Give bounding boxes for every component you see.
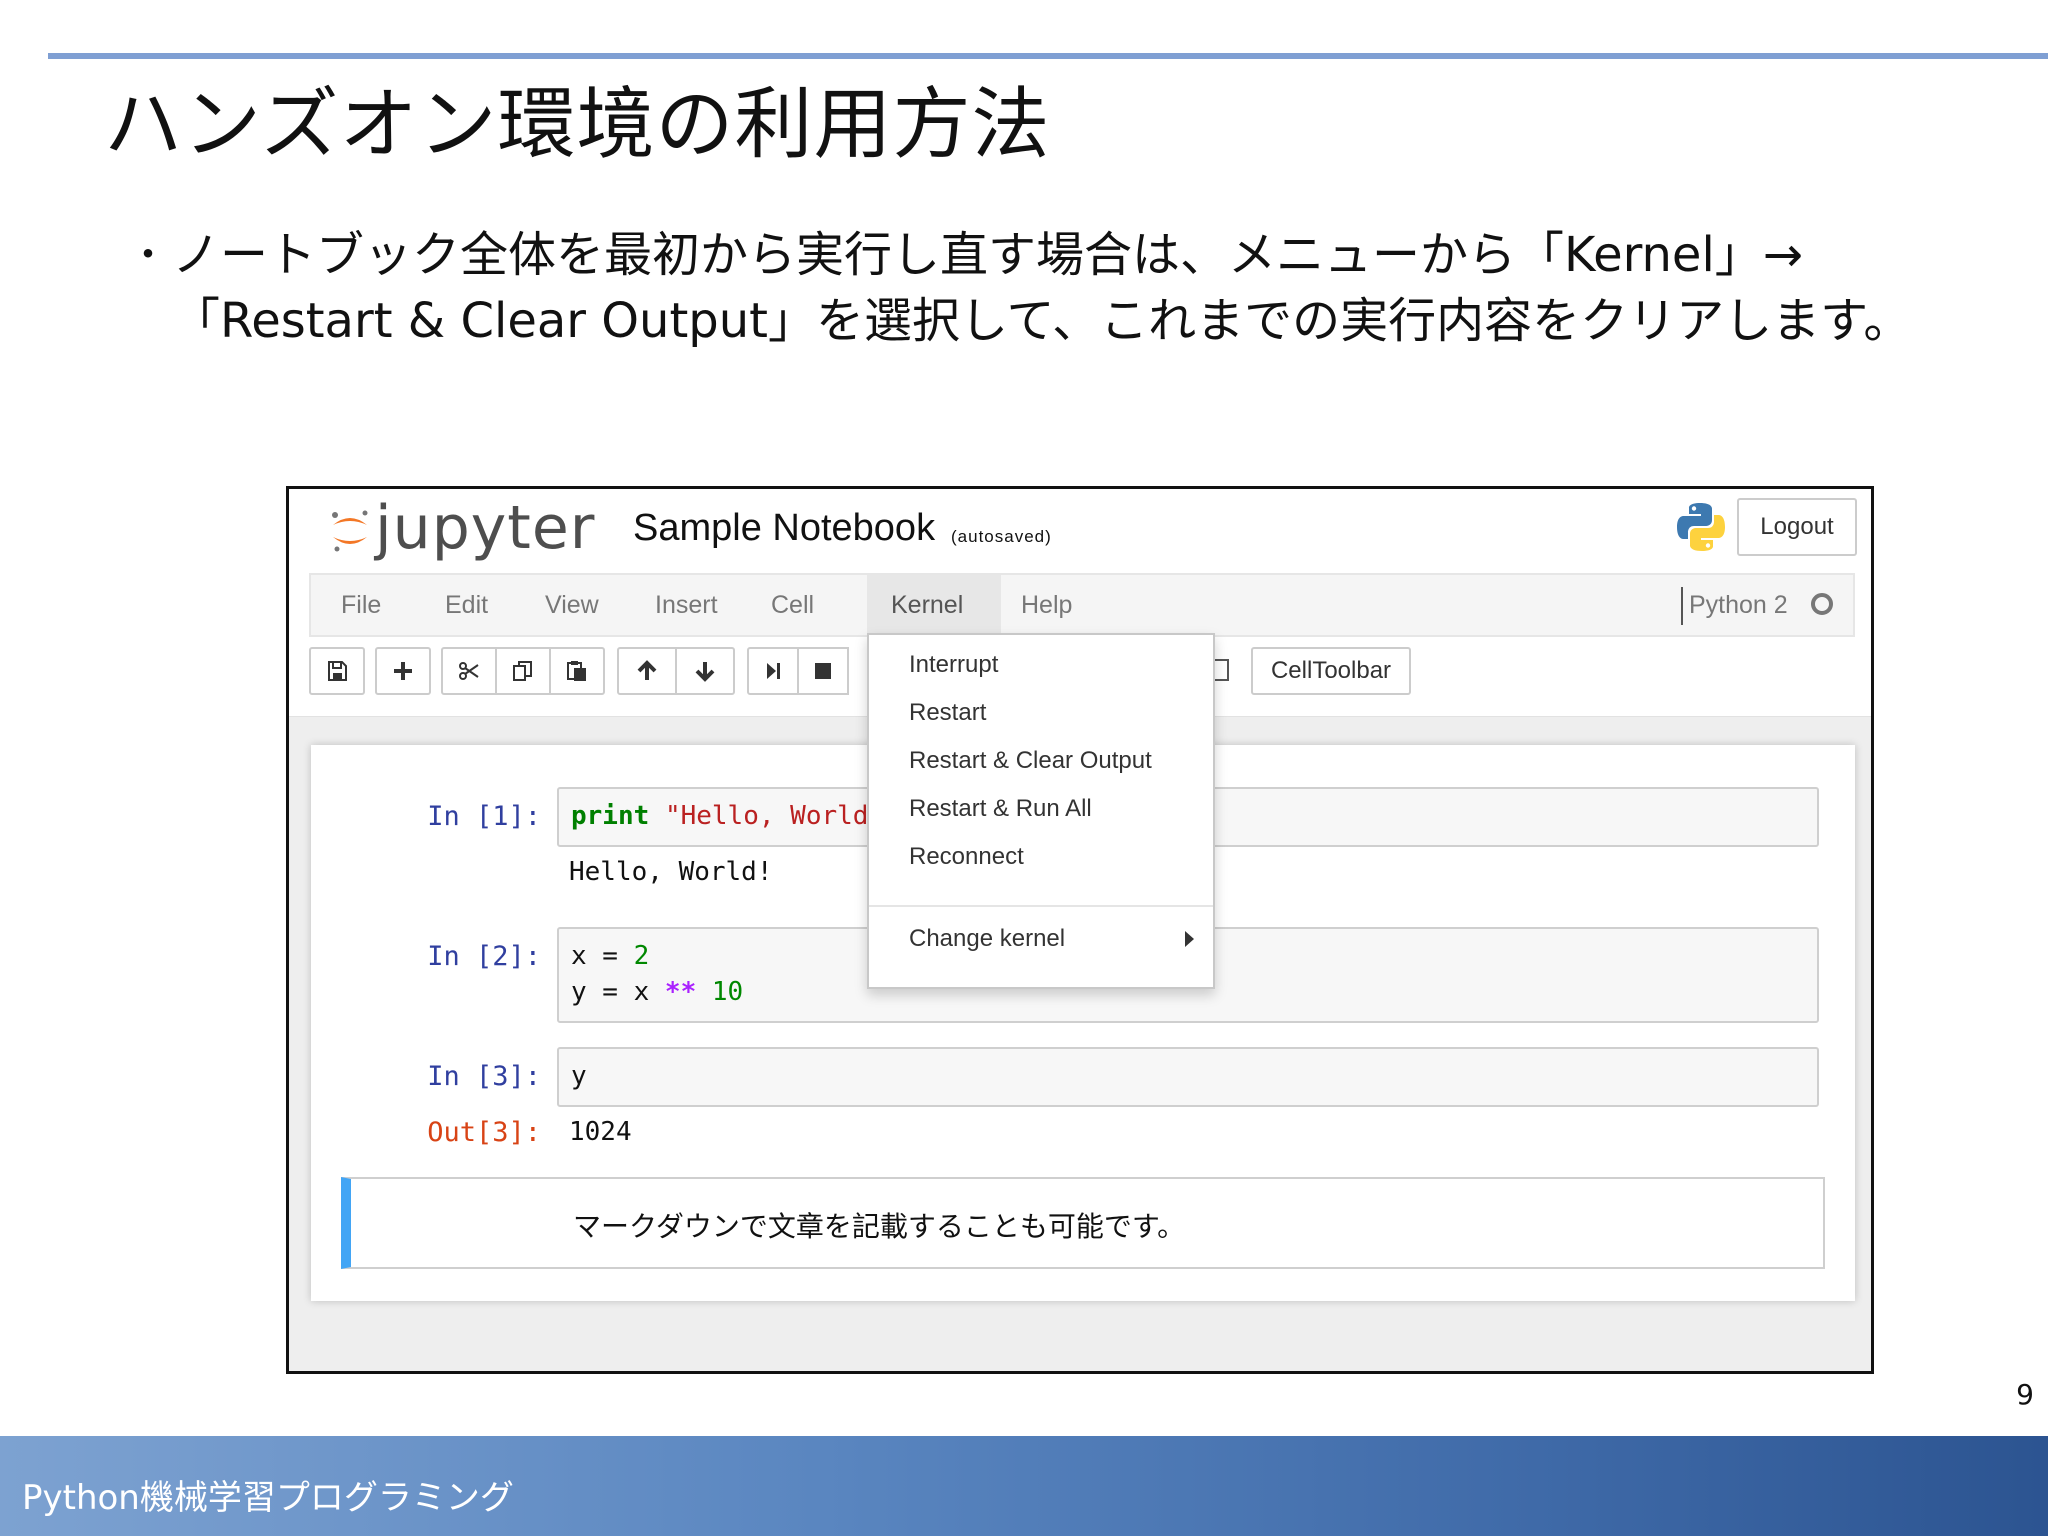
kernel-dropdown-menu: Interrupt Restart Restart & Clear Output…: [867, 633, 1215, 989]
menu-cell[interactable]: Cell: [771, 575, 814, 635]
menu-item-restart-run-all[interactable]: Restart & Run All: [909, 795, 1092, 823]
menu-item-restart-clear-output[interactable]: Restart & Clear Output: [909, 747, 1152, 775]
markdown-text: マークダウンで文章を記載することも可能です。: [573, 1210, 1186, 1243]
print-keyword: print: [571, 801, 650, 831]
page-number: 9: [2016, 1378, 2034, 1411]
cell-2-line-1: x = 2: [571, 941, 650, 971]
cell-2-prompt: In [2]:: [427, 941, 541, 972]
save-button[interactable]: [309, 647, 365, 695]
menu-file[interactable]: File: [341, 575, 381, 635]
menu-view[interactable]: View: [545, 575, 599, 635]
menu-insert[interactable]: Insert: [655, 575, 718, 635]
menu-edit[interactable]: Edit: [445, 575, 488, 635]
arrow-up-icon: [637, 660, 657, 680]
stop-icon: [815, 663, 831, 679]
menu-item-interrupt[interactable]: Interrupt: [909, 651, 998, 679]
menu-item-restart[interactable]: Restart: [909, 699, 986, 727]
menu-item-change-kernel[interactable]: Change kernel: [909, 925, 1065, 953]
jupyter-logo-icon: [332, 510, 368, 552]
celltoolbar-button[interactable]: CellToolbar: [1251, 647, 1411, 695]
notebook-title[interactable]: Sample Notebook: [633, 507, 935, 550]
jupyter-screenshot: jupyter Sample Notebook (autosaved) Logo…: [286, 486, 1874, 1374]
step-forward-icon: [767, 663, 780, 679]
move-up-button[interactable]: [617, 647, 677, 695]
menu-bar: File Edit View Insert Cell Kernel Help P…: [309, 573, 1855, 637]
bullet-mark: ・: [128, 232, 168, 278]
cell-1-output: Hello, World!: [569, 857, 773, 887]
arrow-down-icon: [695, 662, 715, 682]
cell-3-out-prompt: Out[3]:: [427, 1117, 541, 1148]
save-icon: [328, 661, 347, 681]
run-cell-button[interactable]: [747, 647, 799, 695]
string-literal: "Hello, World!": [664, 801, 900, 831]
footer-text: Python機械学習プログラミング: [22, 1478, 514, 1518]
menu-item-reconnect[interactable]: Reconnect: [909, 843, 1024, 871]
move-down-button[interactable]: [675, 647, 735, 695]
bullet-text: ノートブック全体を最初から実行し直す場合は、メニューから「Kernel」→「Re…: [172, 227, 1912, 349]
cell-3-prompt: In [3]:: [427, 1061, 541, 1092]
interrupt-button[interactable]: [797, 647, 849, 695]
paste-button[interactable]: [549, 647, 605, 695]
add-cell-button[interactable]: [375, 647, 431, 695]
jupyter-logo-text: jupyter: [375, 493, 596, 563]
cell-3-code: y: [571, 1061, 587, 1091]
menu-kernel[interactable]: Kernel: [867, 575, 1001, 635]
markdown-cell[interactable]: マークダウンで文章を記載することも可能です。: [341, 1177, 1825, 1269]
jupyter-header: jupyter Sample Notebook (autosaved) Logo…: [289, 489, 1871, 573]
cell-1-prompt: In [1]:: [427, 801, 541, 832]
cell-3-input[interactable]: y: [557, 1047, 1819, 1107]
menu-help[interactable]: Help: [1021, 575, 1072, 635]
scissors-icon: [459, 662, 479, 680]
kernel-status-icon: [1811, 593, 1833, 615]
autosave-status: (autosaved): [951, 527, 1052, 546]
logout-button[interactable]: Logout: [1737, 498, 1857, 556]
menu-divider: [869, 905, 1213, 907]
title-rule: [48, 53, 2048, 59]
kernel-name: Python 2: [1689, 591, 1788, 619]
copy-icon: [513, 661, 532, 681]
cell-3-output: 1024: [569, 1117, 632, 1147]
footer-bar: Python機械学習プログラミング: [0, 1436, 2048, 1536]
plus-icon: [394, 662, 412, 680]
copy-button[interactable]: [495, 647, 551, 695]
caret-right-icon: [1185, 931, 1194, 947]
slide-title: ハンズオン環境の利用方法: [104, 80, 1051, 170]
python-logo-icon: [1677, 503, 1725, 551]
cell-2-line-2: y = x ** 10: [571, 977, 744, 1007]
cut-button[interactable]: [441, 647, 497, 695]
paste-icon: [567, 661, 586, 681]
cell-1-code: print "Hello, World!": [571, 801, 900, 831]
kernel-indicator-divider: [1681, 587, 1683, 625]
